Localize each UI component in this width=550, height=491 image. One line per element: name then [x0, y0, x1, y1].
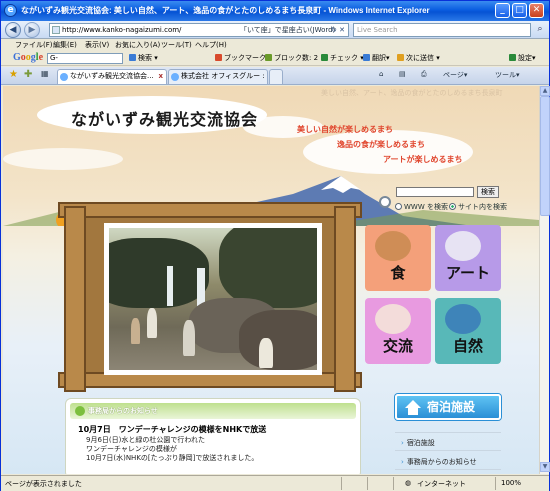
hero-photo: [104, 223, 322, 375]
close-button[interactable]: ✕: [529, 3, 544, 18]
jword-hint: 「いて座」で星座占い(JWord): [240, 26, 336, 34]
menu-bar: ファイル(F) 編集(E) 表示(V) お気に入り(A) ツール(T) ヘルプ(…: [1, 39, 549, 51]
add-favorites-icon[interactable]: ✚: [24, 69, 32, 80]
news-item-body: 9月6日(日)水と緑の杜公園で行われた ワンデーチャレンジの模様が 10月7日(…: [86, 436, 259, 462]
frame-plank: [64, 206, 86, 392]
page-viewport: 美しい自然、アート、逸品の食がとたのしめるまち長泉町 ながいずみ観光交流協会 美…: [3, 86, 539, 474]
window-title: ながいずみ観光交流協会: 美しい自然、アート、逸品の食がとたのしめるまち長泉町 …: [21, 6, 430, 15]
settings-button[interactable]: 設定▾: [509, 53, 536, 63]
scroll-down-button[interactable]: ▼: [540, 462, 550, 472]
vertical-scrollbar[interactable]: ▲ ▼: [539, 86, 550, 474]
status-text: ページが表示されました: [5, 480, 82, 488]
leaf-icon: [75, 406, 85, 416]
menu-help[interactable]: ヘルプ(H): [195, 40, 227, 50]
news-box: 事務局からのお知らせ 10月7日 ワンデーチャレンジの模様をNHKで放送 9月6…: [65, 398, 361, 474]
divider: [395, 469, 501, 470]
url-field[interactable]: http://www.kanko-nagaizumi.com/ 「いて座」で星座…: [49, 23, 349, 37]
ie-logo-icon: e: [4, 4, 17, 17]
tab-nagaizumi[interactable]: ながいずみ観光交流協会... x: [57, 69, 167, 84]
popup-blocker-button[interactable]: ブロック数: 2: [265, 53, 318, 63]
tab-favicon: [60, 73, 68, 81]
radio-www[interactable]: WWW を検索: [395, 202, 448, 212]
magnifier-icon: [379, 196, 391, 208]
back-button[interactable]: ◀: [5, 22, 21, 38]
google-logo: Google: [13, 52, 44, 63]
tab-label: ながいずみ観光交流協会...: [70, 72, 154, 80]
home-icon[interactable]: ⌂: [379, 70, 383, 78]
zone-text: インターネット: [417, 480, 466, 488]
menu-tools[interactable]: ツール(T): [161, 40, 192, 50]
radio-dot: [395, 203, 402, 210]
news-header: 事務局からのお知らせ: [70, 403, 356, 419]
divider: [395, 450, 501, 451]
tile-exchange[interactable]: 交流: [365, 298, 431, 364]
tile-art[interactable]: アート: [435, 225, 501, 291]
site-search-button[interactable]: 検索: [477, 186, 499, 198]
site-title[interactable]: ながいずみ観光交流協会: [71, 106, 258, 130]
bookmark-button[interactable]: ブックマーク▾: [215, 53, 270, 63]
palette-icon: [445, 231, 481, 261]
print-icon[interactable]: ⎙: [421, 70, 427, 79]
handshake-icon: [375, 304, 411, 334]
radio-dot: [449, 203, 456, 210]
google-search-button[interactable]: 検索 ▾: [129, 53, 158, 63]
frame-plank: [58, 202, 362, 218]
tab-bar: ★ ✚ ▦ ながいずみ観光交流協会... x 株式会社 オフィスグルー : 静.…: [1, 67, 549, 85]
search-icon[interactable]: ⌕: [533, 23, 547, 37]
divider: [395, 432, 501, 433]
google-search-input[interactable]: G-: [47, 53, 123, 64]
side-link-lodging[interactable]: › 宿泊施設: [401, 438, 435, 448]
waterfall-photo: [109, 228, 317, 370]
browser-window: e ながいずみ観光交流協会: 美しい自然、アート、逸品の食がとたのしめるまち長泉…: [0, 0, 550, 491]
tab-office-glue[interactable]: 株式会社 オフィスグルー : 静...: [168, 69, 268, 84]
maximize-button[interactable]: □: [512, 3, 527, 18]
photo-frame: [58, 202, 362, 392]
news-item-title[interactable]: 10月7日 ワンデーチャレンジの模様をNHKで放送: [78, 424, 266, 435]
tile-nature[interactable]: 自然: [435, 298, 501, 364]
side-link-news[interactable]: › 事務局からのお知らせ: [401, 457, 477, 467]
tile-food[interactable]: 食: [365, 225, 431, 291]
new-tab-button[interactable]: [269, 69, 283, 84]
refresh-stop-icon[interactable]: ↻ ✕: [331, 24, 345, 36]
page-icon: [52, 26, 60, 34]
minimize-button[interactable]: _: [495, 3, 510, 18]
title-bar: e ながいずみ観光交流協会: 美しい自然、アート、逸品の食がとたのしめるまち長泉…: [1, 1, 549, 21]
feeds-icon[interactable]: ▤: [399, 70, 406, 78]
menu-file[interactable]: ファイル(F): [15, 40, 53, 50]
favorites-star-icon[interactable]: ★: [9, 69, 18, 80]
site-search-input[interactable]: [396, 187, 474, 197]
live-search-input[interactable]: Live Search: [353, 23, 531, 37]
bread-icon: [375, 231, 411, 261]
frame-plank: [334, 206, 356, 392]
send-to-button[interactable]: 次に送信 ▾: [397, 53, 440, 63]
google-toolbar: Google G- 検索 ▾ ブックマーク▾ ブロック数: 2 チェック ▾ 翻…: [1, 51, 549, 66]
kingfisher-icon: [445, 304, 481, 334]
menu-view[interactable]: 表示(V): [85, 40, 109, 50]
radio-site[interactable]: サイト内を検索: [449, 202, 507, 212]
scroll-up-button[interactable]: ▲: [540, 86, 550, 96]
status-bar: ページが表示されました ◍ インターネット 100%: [1, 475, 549, 491]
globe-icon: ◍: [405, 479, 412, 487]
page-menu[interactable]: ページ▾: [443, 70, 467, 80]
tab-list-icon[interactable]: ▦: [41, 69, 49, 78]
menu-edit[interactable]: 編集(E): [53, 40, 77, 50]
forward-button[interactable]: ▶: [24, 22, 40, 38]
address-bar: ◀ ▶ http://www.kanko-nagaizumi.com/ 「いて座…: [1, 21, 549, 39]
tools-menu[interactable]: ツール▾: [495, 70, 520, 80]
url-text: http://www.kanko-nagaizumi.com/: [62, 26, 182, 34]
faint-tagline: 美しい自然、アート、逸品の食がとたのしめるまち長泉町: [321, 89, 503, 97]
menu-favorites[interactable]: お気に入り(A): [115, 40, 160, 50]
spellcheck-button[interactable]: チェック ▾: [321, 53, 364, 63]
translate-button[interactable]: 翻訳▾: [363, 53, 390, 63]
tab-close-icon[interactable]: x: [158, 70, 163, 83]
tagline-nature: 美しい自然が楽しめるまち: [297, 125, 393, 134]
lodging-button[interactable]: 宿泊施設: [395, 394, 501, 420]
house-icon: [405, 400, 421, 408]
tab-favicon: [171, 73, 179, 81]
tab-label: 株式会社 オフィスグルー : 静...: [181, 72, 267, 80]
zoom-level[interactable]: 100%: [501, 479, 521, 487]
scroll-thumb[interactable]: [540, 96, 550, 216]
